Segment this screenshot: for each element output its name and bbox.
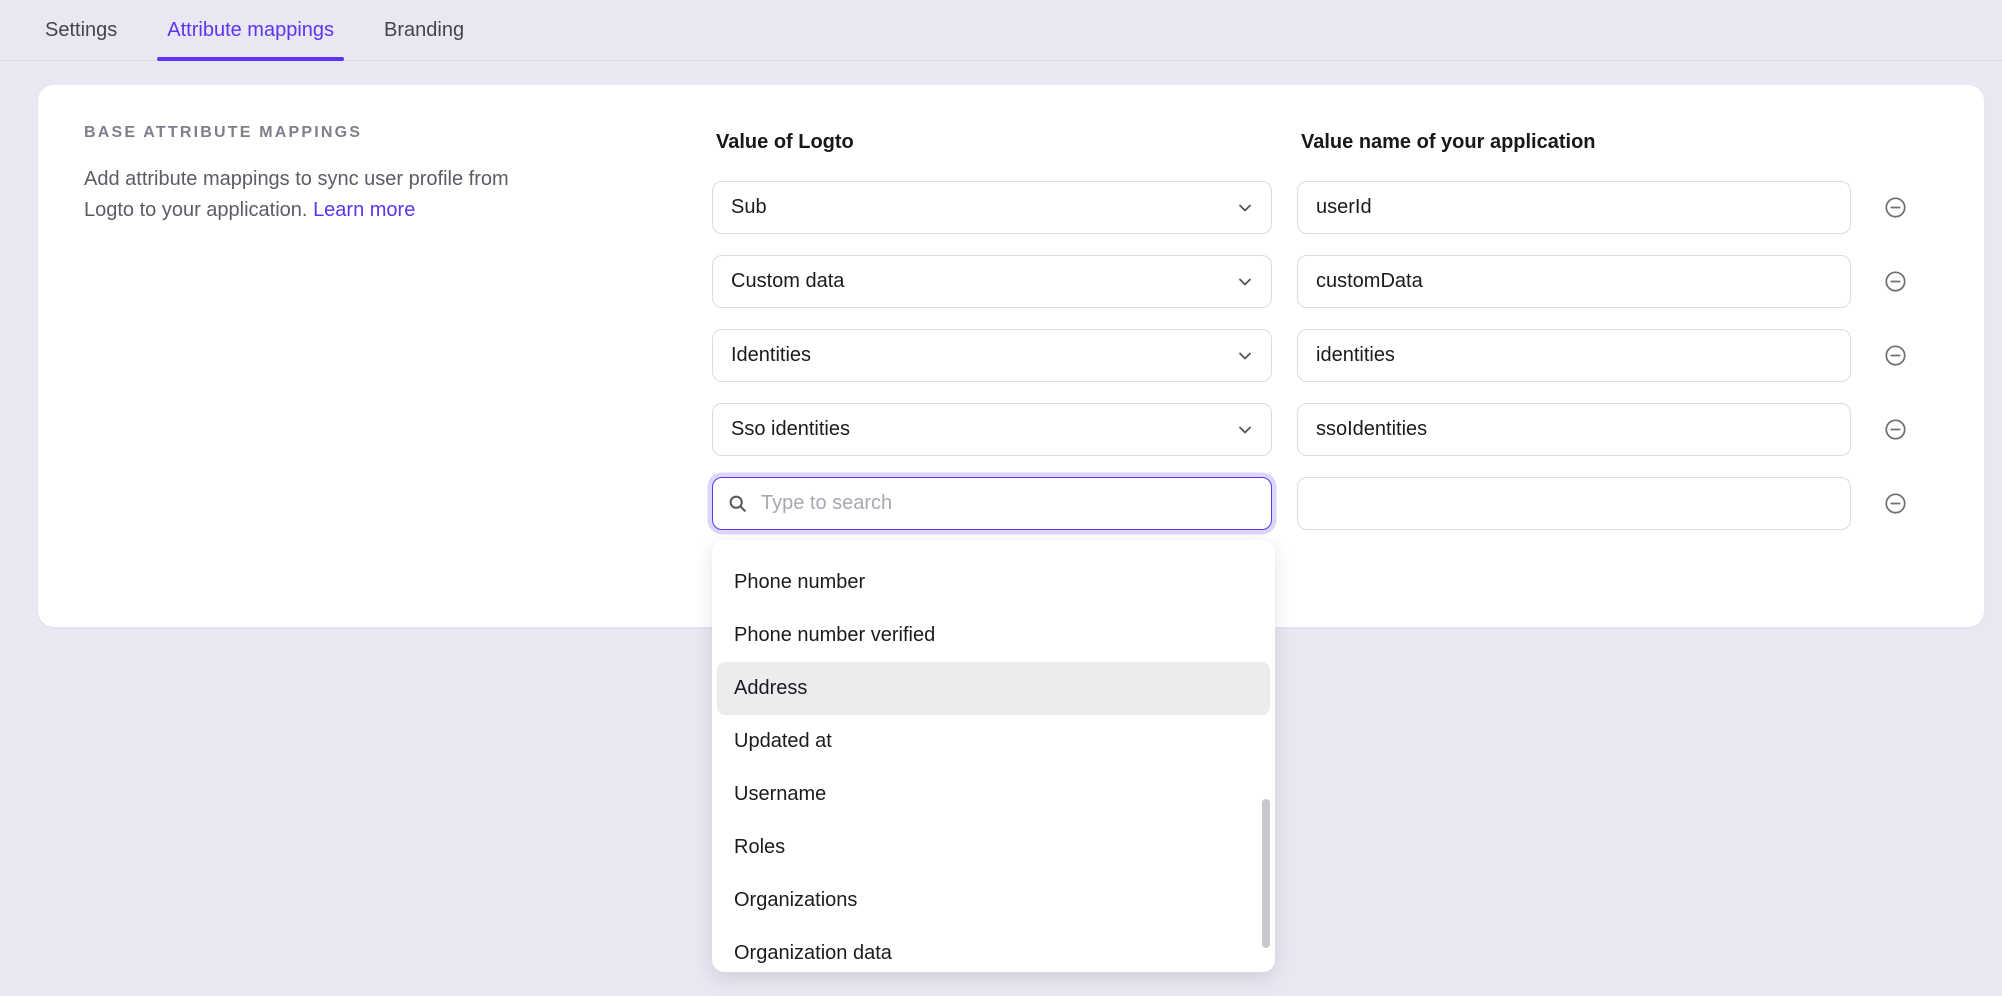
remove-mapping-button[interactable] — [1883, 196, 1907, 220]
section-title: BASE ATTRIBUTE MAPPINGS — [84, 124, 564, 142]
dropdown-item-roles[interactable]: Roles — [717, 821, 1270, 874]
attribute-dropdown-panel: Phone number Phone number verified Addre… — [712, 540, 1275, 972]
chevron-down-icon — [1235, 420, 1255, 440]
minus-circle-icon — [1884, 492, 1907, 515]
logto-value-select[interactable]: Custom data — [712, 255, 1272, 308]
dropdown-scrollbar-thumb[interactable] — [1262, 799, 1270, 948]
column-header-app-value: Value name of your application — [1297, 131, 1596, 154]
logto-value-selected: Sso identities — [731, 418, 850, 441]
search-icon — [727, 493, 749, 515]
minus-circle-icon — [1884, 270, 1907, 293]
logto-value-search-box[interactable] — [712, 477, 1272, 530]
dropdown-item-phone-number-verified[interactable]: Phone number verified — [717, 609, 1270, 662]
remove-mapping-button[interactable] — [1883, 270, 1907, 294]
app-value-input[interactable] — [1297, 403, 1851, 456]
logto-value-select[interactable]: Sso identities — [712, 403, 1272, 456]
dropdown-item-username[interactable]: Username — [717, 768, 1270, 821]
mapping-row: Custom data — [712, 255, 1907, 308]
app-value-input[interactable] — [1297, 477, 1851, 530]
mapping-row: Sub — [712, 181, 1907, 234]
minus-circle-icon — [1884, 196, 1907, 219]
tab-settings[interactable]: Settings — [35, 0, 127, 60]
app-value-input[interactable] — [1297, 329, 1851, 382]
column-header-logto-value: Value of Logto — [712, 131, 1297, 154]
mapping-row-new — [712, 477, 1907, 530]
section-info: BASE ATTRIBUTE MAPPINGS Add attribute ma… — [84, 124, 564, 226]
remove-mapping-button[interactable] — [1883, 344, 1907, 368]
learn-more-link[interactable]: Learn more — [313, 199, 415, 221]
section-description: Add attribute mappings to sync user prof… — [84, 164, 564, 226]
chevron-down-icon — [1235, 346, 1255, 366]
dropdown-item-organizations[interactable]: Organizations — [717, 874, 1270, 927]
section-description-text: Add attribute mappings to sync user prof… — [84, 168, 509, 221]
chevron-down-icon — [1235, 198, 1255, 218]
column-headers: Value of Logto Value name of your applic… — [712, 131, 1596, 154]
tab-attribute-mappings[interactable]: Attribute mappings — [157, 0, 344, 60]
logto-value-select[interactable]: Identities — [712, 329, 1272, 382]
logto-value-selected: Identities — [731, 344, 811, 367]
app-value-input[interactable] — [1297, 255, 1851, 308]
minus-circle-icon — [1884, 418, 1907, 441]
logto-value-selected: Sub — [731, 196, 767, 219]
dropdown-item-organization-data[interactable]: Organization data — [717, 927, 1270, 972]
logto-value-selected: Custom data — [731, 270, 844, 293]
logto-value-select[interactable]: Sub — [712, 181, 1272, 234]
app-value-input[interactable] — [1297, 181, 1851, 234]
mapping-row: Identities — [712, 329, 1907, 382]
logto-value-search-input[interactable] — [759, 491, 1257, 516]
minus-circle-icon — [1884, 344, 1907, 367]
dropdown-item-phone-number[interactable]: Phone number — [717, 556, 1270, 609]
tab-branding[interactable]: Branding — [374, 0, 474, 60]
dropdown-item-address[interactable]: Address — [717, 662, 1270, 715]
remove-mapping-button[interactable] — [1883, 418, 1907, 442]
remove-mapping-button[interactable] — [1883, 492, 1907, 516]
tab-bar: Settings Attribute mappings Branding — [0, 0, 2002, 61]
mapping-row: Sso identities — [712, 403, 1907, 456]
dropdown-item-updated-at[interactable]: Updated at — [717, 715, 1270, 768]
chevron-down-icon — [1235, 272, 1255, 292]
mapping-rows: Sub Custom data — [712, 181, 1907, 551]
